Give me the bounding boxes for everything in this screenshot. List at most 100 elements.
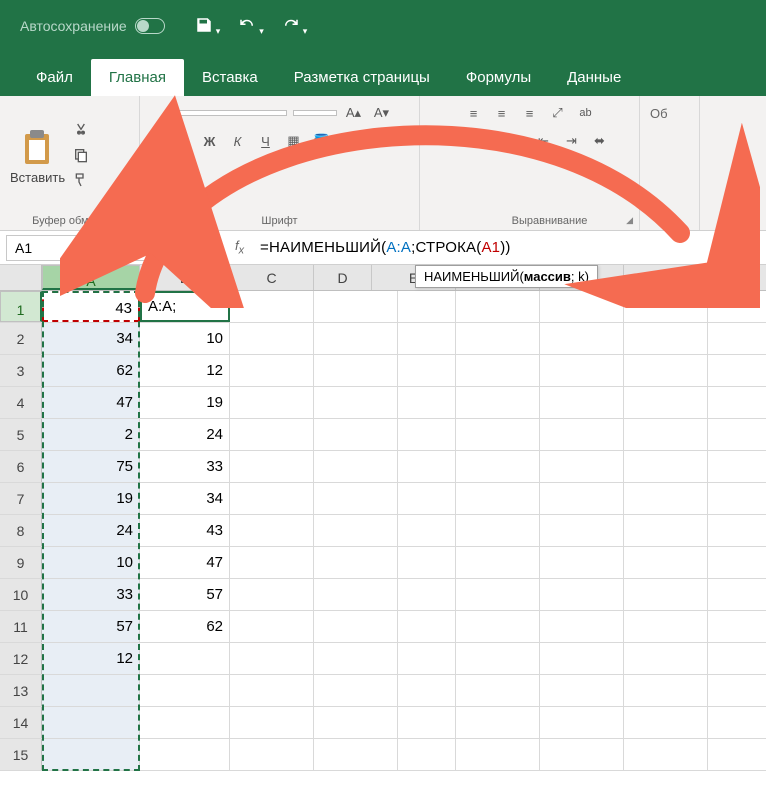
cell[interactable]: 47 <box>140 547 230 578</box>
cell[interactable] <box>456 611 540 642</box>
cell[interactable] <box>456 643 540 674</box>
cell[interactable] <box>314 355 398 386</box>
cell[interactable]: 24 <box>140 419 230 450</box>
cell[interactable]: 62 <box>42 355 140 386</box>
cell[interactable]: 34 <box>42 323 140 354</box>
formula-input[interactable]: =НАИМЕНЬШИЙ(A:A;СТРОКА(A1)) <box>252 239 766 256</box>
cell[interactable]: 57 <box>140 579 230 610</box>
align-launcher-icon[interactable]: ◢ <box>626 215 633 226</box>
row-header[interactable]: 15 <box>0 739 42 770</box>
cell[interactable]: 34 <box>140 483 230 514</box>
cell[interactable]: 24 <box>42 515 140 546</box>
decrease-font-button[interactable]: A▾ <box>371 102 393 124</box>
tab-page-layout[interactable]: Разметка страницы <box>276 59 448 96</box>
copy-button[interactable] <box>71 145 91 168</box>
tab-data[interactable]: Данные <box>549 59 639 96</box>
cell[interactable] <box>230 323 314 354</box>
save-button[interactable] <box>195 16 221 37</box>
cell[interactable] <box>230 355 314 386</box>
cell[interactable] <box>140 707 230 738</box>
fill-color-button[interactable]: 🪣 <box>311 130 333 152</box>
cell[interactable] <box>456 707 540 738</box>
cell[interactable]: 43 <box>140 515 230 546</box>
row-header[interactable]: 1 <box>0 291 42 322</box>
cell[interactable] <box>140 643 230 674</box>
bold-button[interactable]: Ж <box>199 130 221 152</box>
cell[interactable] <box>540 291 624 322</box>
cell[interactable] <box>230 739 314 770</box>
cell[interactable] <box>624 547 708 578</box>
cell[interactable] <box>398 547 456 578</box>
cell[interactable] <box>398 483 456 514</box>
cancel-formula-button[interactable]: ✕ <box>175 239 201 257</box>
cell[interactable] <box>230 643 314 674</box>
cell[interactable] <box>624 483 708 514</box>
align-center-button[interactable]: ≡ <box>477 130 499 152</box>
merge-button[interactable]: ⬌ <box>589 130 611 152</box>
cell[interactable] <box>314 675 398 706</box>
row-header[interactable]: 14 <box>0 707 42 738</box>
format-painter-button[interactable] <box>71 170 91 193</box>
cell[interactable] <box>42 739 140 770</box>
cell[interactable] <box>398 739 456 770</box>
column-header-D[interactable]: D <box>314 265 372 290</box>
cell[interactable] <box>540 515 624 546</box>
cell[interactable] <box>314 419 398 450</box>
row-header[interactable]: 10 <box>0 579 42 610</box>
cell[interactable] <box>456 387 540 418</box>
cell[interactable] <box>456 483 540 514</box>
italic-button[interactable]: К <box>227 130 249 152</box>
redo-button[interactable] <box>282 16 308 37</box>
cell[interactable] <box>540 355 624 386</box>
cell[interactable] <box>456 291 540 322</box>
row-header[interactable]: 9 <box>0 547 42 578</box>
column-header-A[interactable]: A <box>42 265 140 290</box>
fx-icon[interactable]: fx <box>235 238 244 257</box>
row-header[interactable]: 12 <box>0 643 42 674</box>
column-header-B[interactable]: B <box>140 265 230 290</box>
cell[interactable] <box>314 579 398 610</box>
cell[interactable] <box>540 323 624 354</box>
row-header[interactable]: 7 <box>0 483 42 514</box>
cell[interactable] <box>314 547 398 578</box>
cell[interactable] <box>624 355 708 386</box>
cell[interactable] <box>540 707 624 738</box>
cell[interactable]: 47 <box>42 387 140 418</box>
cell[interactable] <box>398 387 456 418</box>
increase-indent-button[interactable]: ⇥ <box>561 130 583 152</box>
cell[interactable]: 57 <box>42 611 140 642</box>
cell[interactable] <box>624 579 708 610</box>
cell[interactable] <box>456 515 540 546</box>
row-header[interactable]: 8 <box>0 515 42 546</box>
cell[interactable] <box>540 739 624 770</box>
cell[interactable]: 19 <box>42 483 140 514</box>
cell[interactable] <box>230 515 314 546</box>
cell[interactable] <box>314 643 398 674</box>
cell[interactable] <box>398 579 456 610</box>
cell[interactable] <box>398 643 456 674</box>
cell[interactable] <box>540 579 624 610</box>
cell[interactable] <box>314 291 398 322</box>
cell[interactable] <box>314 451 398 482</box>
cell[interactable] <box>624 707 708 738</box>
cell[interactable] <box>314 739 398 770</box>
cell[interactable] <box>456 579 540 610</box>
cell[interactable] <box>230 387 314 418</box>
cell[interactable] <box>314 387 398 418</box>
cell[interactable] <box>230 547 314 578</box>
cell[interactable] <box>314 323 398 354</box>
cell[interactable] <box>398 355 456 386</box>
cell[interactable] <box>140 739 230 770</box>
cell[interactable] <box>456 675 540 706</box>
row-header[interactable]: 3 <box>0 355 42 386</box>
cell[interactable] <box>314 611 398 642</box>
cell[interactable]: 2 <box>42 419 140 450</box>
wrap-text-button[interactable]: ab <box>575 102 597 124</box>
tab-file[interactable]: Файл <box>18 59 91 96</box>
cell[interactable] <box>398 707 456 738</box>
confirm-formula-button[interactable]: ✔ <box>201 239 227 257</box>
cell[interactable] <box>398 611 456 642</box>
number-format-select[interactable]: Об <box>650 102 689 211</box>
align-right-button[interactable]: ≡ <box>505 130 527 152</box>
font-color-button[interactable]: A <box>339 130 361 152</box>
